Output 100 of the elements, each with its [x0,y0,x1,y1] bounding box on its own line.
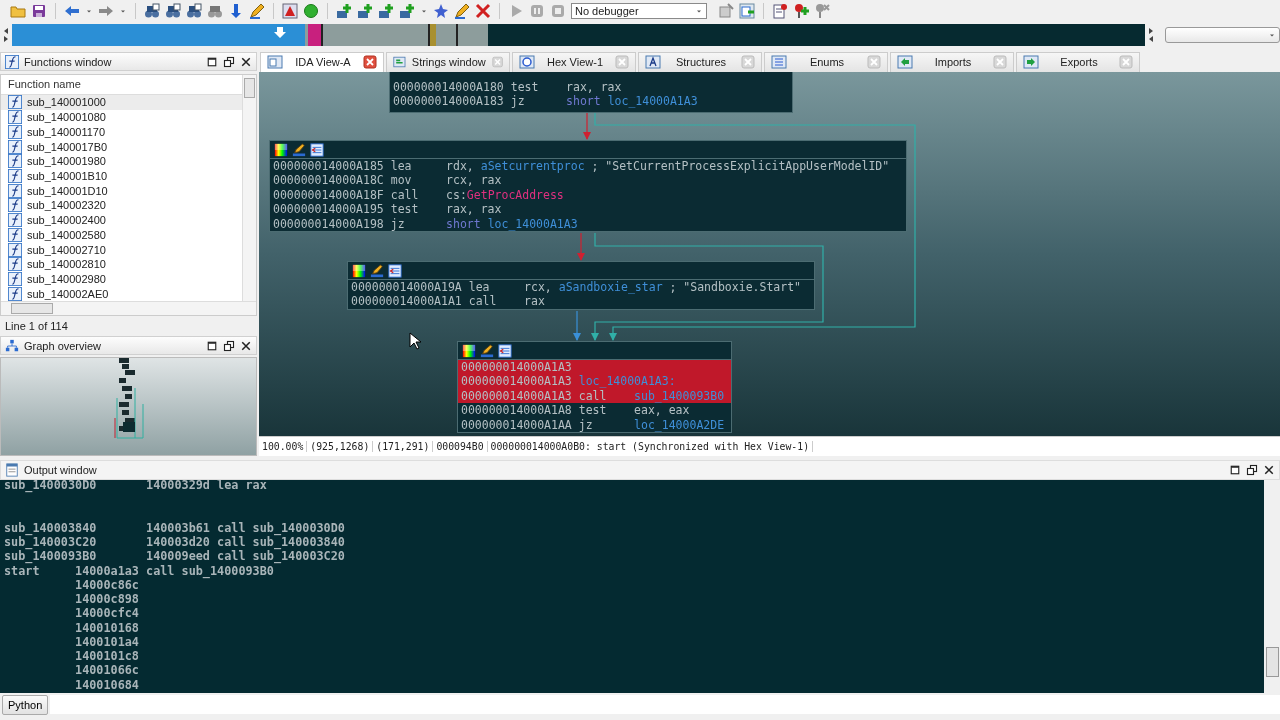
add-icon[interactable] [336,3,352,19]
float-icon[interactable] [223,339,235,352]
debugger-select[interactable]: No debugger [571,3,707,19]
add-icon[interactable] [357,3,373,19]
palette-icon[interactable] [352,263,366,278]
panel-title: Output window [24,464,98,476]
function-name: sub_140002810 [27,258,106,271]
function-row[interactable]: sub_140002710 [1,242,242,257]
star-icon[interactable] [433,3,449,19]
tab-icon [897,54,913,71]
x-mark-icon[interactable] [475,3,491,19]
close-icon[interactable] [240,55,252,68]
warning-icon[interactable] [282,3,298,19]
function-row[interactable]: sub_140001B10 [1,168,242,184]
scroll-arrows-icon[interactable] [3,27,9,43]
float-icon[interactable] [1246,464,1258,476]
attach-icon[interactable] [739,3,755,19]
tab[interactable]: Imports [890,52,1014,72]
code-line: 000000014000A198 jz short loc_14000A1A3 [272,216,579,232]
function-row[interactable]: sub_140001D10 [1,183,242,199]
function-row[interactable]: sub_140002AE0 [1,286,242,302]
tab[interactable]: Exports [1016,52,1140,72]
vertical-scrollbar[interactable] [1264,480,1280,693]
process-icon[interactable] [718,3,734,19]
status-field: (925,1268) [307,441,374,452]
binoculars-icon[interactable] [186,3,202,19]
function-row[interactable]: sub_140002320 [1,198,242,213]
function-row[interactable]: sub_140002400 [1,212,242,228]
code-line: 000000014000A1AA jz loc_14000A2DE [460,417,726,433]
code-line: 000000014000A195 test rax, rax [272,202,503,217]
navigation-band-drawing[interactable] [12,24,1145,46]
binoculars-icon[interactable] [144,3,160,19]
list-icon[interactable] [388,263,402,278]
palette-icon[interactable] [274,142,288,157]
function-row[interactable]: sub_140001000 [1,95,242,110]
edit-icon[interactable] [292,142,306,157]
function-icon [8,183,22,198]
function-row[interactable]: sub_1400017B0 [1,139,242,154]
tab[interactable]: IDA View-A [260,52,384,72]
close-icon[interactable] [240,339,252,352]
binoculars-icon[interactable] [207,3,223,19]
tab-close-icon[interactable] [363,55,377,70]
float-icon[interactable] [223,55,235,68]
pencil-icon[interactable] [454,3,470,19]
panel-title: Graph overview [24,339,103,352]
maximize-icon[interactable] [206,339,218,352]
function-name: sub_1400017B0 [27,140,108,153]
remove-breakpoint-icon[interactable] [814,3,830,19]
function-row[interactable]: sub_140001080 [1,109,242,125]
function-row[interactable]: sub_140001170 [1,124,242,140]
function-name: sub_140002710 [27,243,106,256]
list-icon[interactable] [310,142,324,157]
function-row[interactable]: sub_140002980 [1,271,242,287]
add-breakpoint-icon[interactable] [793,3,809,19]
close-icon[interactable] [1263,464,1275,476]
tab[interactable]: Structures [638,52,762,72]
tab[interactable]: Strings window [386,52,510,72]
tab[interactable]: Enums [764,52,888,72]
language-button[interactable]: Python [2,694,49,715]
function-icon [8,272,22,286]
tab[interactable]: Hex View-1 [512,52,636,72]
function-icon [8,213,22,228]
breakpoint-list-icon[interactable] [772,3,788,19]
edit-icon[interactable] [480,343,494,358]
edge-arrow [583,111,591,140]
binoculars-icon[interactable] [165,3,181,19]
code-line: 000000014000A18C mov rcx, rax [272,173,503,188]
add-icon[interactable] [399,3,415,19]
horizontal-scrollbar[interactable] [1,301,256,315]
maximize-icon[interactable] [1229,464,1241,476]
function-icon [8,110,22,125]
function-name: sub_140001000 [27,96,106,109]
forward-arrow-icon[interactable] [98,3,114,19]
list-icon[interactable] [498,343,512,358]
scroll-thumb[interactable] [11,303,53,314]
function-name: sub_140002320 [27,199,106,212]
function-row[interactable]: sub_140002580 [1,227,242,243]
scroll-arrows-icon[interactable] [1148,27,1154,43]
vertical-scrollbar[interactable] [242,75,256,301]
pencil-icon[interactable] [249,3,265,19]
maximize-icon[interactable] [206,55,218,68]
function-row[interactable]: sub_140001980 [1,153,242,169]
add-icon[interactable] [378,3,394,19]
function-row[interactable]: sub_140002810 [1,256,242,272]
scroll-thumb[interactable] [1265,647,1279,677]
open-folder-icon[interactable] [10,3,26,19]
segment-dropdown[interactable] [1165,27,1280,43]
palette-icon[interactable] [462,343,476,358]
save-icon[interactable] [31,3,47,19]
back-arrow-icon[interactable] [64,3,80,19]
function-name: sub_140002980 [27,273,106,285]
function-icon [8,242,22,257]
circle-icon[interactable] [303,3,319,19]
scroll-thumb[interactable] [244,78,255,98]
edit-icon[interactable] [370,263,384,278]
function-icon [8,257,22,272]
code-line: 000000014000A18F call cs:GetProcAddress [272,187,565,203]
function-name: sub_140002400 [27,214,106,227]
code-line: 000000014000A180 test rax, rax [392,79,623,95]
function-name: sub_140002AE0 [27,287,109,300]
